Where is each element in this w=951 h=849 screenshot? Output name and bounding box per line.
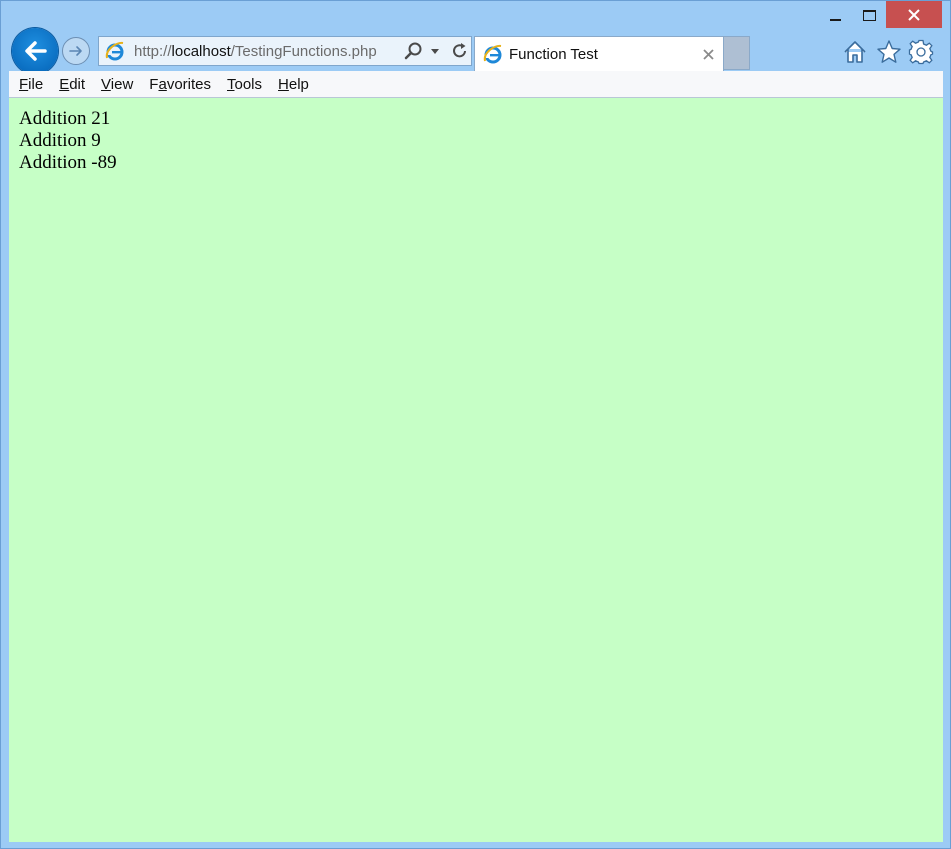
arrow-right-icon	[69, 46, 82, 56]
ie-page-icon	[482, 43, 504, 65]
back-button[interactable]	[12, 28, 58, 74]
maximize-button[interactable]	[853, 1, 885, 29]
menu-file-label: ile	[28, 75, 44, 93]
menu-edit-key: E	[59, 75, 70, 93]
menu-help[interactable]: Help	[278, 76, 309, 93]
url-path: /TestingFunctions.php	[230, 42, 377, 60]
output-line: Addition 21	[19, 108, 111, 129]
address-bar[interactable]: http://localhost/TestingFunctions.php	[98, 36, 472, 66]
menu-view[interactable]: View	[101, 76, 133, 93]
menu-favorites-key: a	[158, 75, 167, 93]
close-window-button[interactable]	[886, 1, 942, 28]
page-content: Addition 21 Addition 9 Addition -89	[9, 98, 943, 842]
minimize-icon	[829, 19, 841, 21]
menu-view-key: V	[101, 75, 111, 93]
maximize-icon	[862, 9, 876, 21]
url-scheme: http://	[134, 42, 172, 60]
address-tools	[404, 41, 470, 61]
ie-page-icon	[104, 40, 126, 62]
search-icon[interactable]	[404, 41, 424, 61]
refresh-icon[interactable]	[450, 41, 470, 61]
star-icon	[877, 40, 901, 63]
menu-tools[interactable]: Tools	[227, 76, 262, 93]
menu-file-key: F	[19, 75, 29, 93]
menu-file[interactable]: File	[19, 76, 43, 93]
menu-tools-label: ools	[234, 75, 263, 93]
menu-help-key: H	[278, 75, 289, 93]
tab-function-test[interactable]: Function Test	[474, 36, 724, 71]
minimize-button[interactable]	[819, 1, 851, 29]
url-text[interactable]: http://localhost/TestingFunctions.php	[134, 43, 396, 60]
output-line: Addition -89	[19, 152, 117, 173]
tools-button[interactable]	[908, 39, 934, 65]
home-icon	[844, 41, 866, 63]
output-line: Addition 9	[19, 130, 101, 151]
gear-icon	[908, 39, 934, 65]
home-button[interactable]	[842, 39, 868, 65]
menu-edit-label: dit	[69, 75, 86, 93]
menu-edit[interactable]: Edit	[59, 76, 85, 93]
tab-title: Function Test	[509, 45, 598, 63]
forward-button[interactable]	[62, 37, 90, 65]
close-tab-button[interactable]	[701, 47, 715, 61]
close-icon	[908, 8, 920, 21]
menu-view-label: iew	[110, 75, 134, 93]
arrow-left-icon	[25, 41, 47, 61]
menu-tools-key: T	[227, 75, 235, 93]
menu-favorites-label: vorites	[166, 75, 211, 93]
url-host: localhost	[171, 42, 231, 60]
new-tab-button[interactable]	[724, 36, 750, 70]
browser-window: http://localhost/TestingFunctions.php Fu…	[0, 0, 951, 849]
chevron-down-icon[interactable]	[428, 44, 442, 58]
menu-bar: File Edit View Favorites Tools Help	[9, 71, 943, 98]
close-icon	[702, 48, 714, 60]
favorites-button[interactable]	[876, 39, 902, 65]
menu-favorites[interactable]: Favorites	[149, 76, 211, 93]
menu-help-label: elp	[288, 75, 309, 93]
